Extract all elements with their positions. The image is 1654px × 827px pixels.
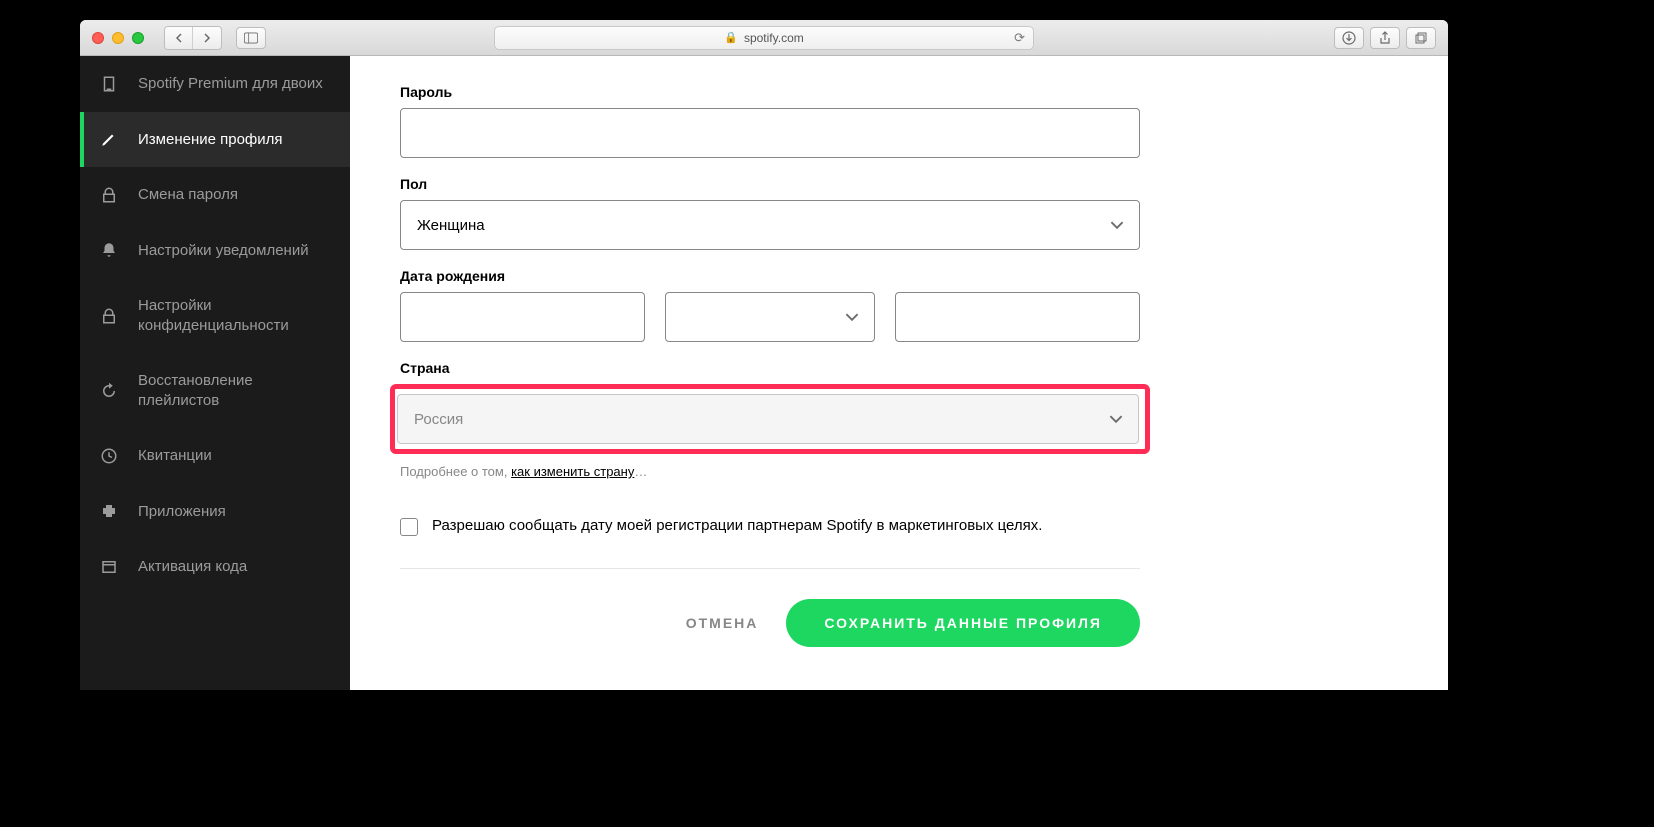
bell-icon	[100, 241, 118, 259]
nav-back-button[interactable]	[165, 27, 193, 49]
dob-day-input[interactable]	[400, 292, 645, 342]
lock-icon	[100, 307, 118, 325]
marketing-consent-checkbox[interactable]	[400, 518, 418, 536]
puzzle-icon	[100, 502, 118, 520]
country-hint: Подробнее о том, как изменить страну…	[400, 464, 1140, 479]
sidebar-item-label: Изменение профиля	[138, 130, 283, 150]
sidebar-item-label: Активация кода	[138, 557, 247, 577]
marketing-consent-label: Разрешаю сообщать дату моей регистрации …	[432, 517, 1042, 534]
sidebar-item-receipts[interactable]: Квитанции	[80, 428, 350, 484]
browser-toolbar: 🔒 spotify.com ⟳	[80, 20, 1448, 56]
country-highlight-annotation	[390, 384, 1150, 454]
maximize-window-button[interactable]	[132, 32, 144, 44]
lock-icon	[100, 186, 118, 204]
sidebar-item-apps[interactable]: Приложения	[80, 484, 350, 540]
sidebar-item-notifications[interactable]: Настройки уведомлений	[80, 223, 350, 279]
sidebar: Spotify Premium для двоих Изменение проф…	[80, 56, 350, 690]
address-bar[interactable]: 🔒 spotify.com ⟳	[494, 26, 1034, 50]
downloads-button[interactable]	[1334, 27, 1364, 49]
sidebar-item-label: Смена пароля	[138, 185, 238, 205]
nav-forward-button[interactable]	[193, 27, 221, 49]
browser-window: 🔒 spotify.com ⟳ + Spotify Premium для дв…	[80, 20, 1448, 690]
sidebar-item-redeem[interactable]: Активация кода	[80, 539, 350, 595]
country-select[interactable]	[397, 394, 1139, 444]
sidebar-item-label: Настройки конфиденциальности	[138, 296, 330, 335]
sidebar-item-recover-playlists[interactable]: Восстановление плейлистов	[80, 353, 350, 428]
password-label: Пароль	[400, 84, 1140, 100]
page-body: Spotify Premium для двоих Изменение проф…	[80, 56, 1448, 690]
divider	[400, 568, 1140, 569]
lock-icon: 🔒	[724, 31, 738, 44]
sidebar-item-privacy[interactable]: Настройки конфиденциальности	[80, 278, 350, 353]
sidebar-item-label: Восстановление плейлистов	[138, 371, 330, 410]
sidebar-item-label: Настройки уведомлений	[138, 241, 309, 261]
save-button[interactable]: СОХРАНИТЬ ДАННЫЕ ПРОФИЛЯ	[786, 599, 1140, 647]
window-controls	[92, 32, 144, 44]
url-host: spotify.com	[744, 31, 804, 45]
tabs-overview-button[interactable]	[1406, 27, 1436, 49]
main-content: Пароль Пол Дата рождения Страна	[350, 56, 1448, 690]
gender-label: Пол	[400, 176, 1140, 192]
gender-select[interactable]	[400, 200, 1140, 250]
refresh-icon	[100, 382, 118, 400]
device-icon	[100, 75, 118, 93]
password-input[interactable]	[400, 108, 1140, 158]
cancel-button[interactable]: ОТМЕНА	[686, 615, 759, 631]
sidebar-item-label: Приложения	[138, 502, 226, 522]
nav-back-forward	[164, 26, 222, 50]
sidebar-item-label: Квитанции	[138, 446, 212, 466]
sidebar-item-premium-duo[interactable]: Spotify Premium для двоих	[80, 56, 350, 112]
dob-year-input[interactable]	[895, 292, 1140, 342]
dob-month-select[interactable]	[665, 292, 876, 342]
pencil-icon	[100, 130, 118, 148]
dob-label: Дата рождения	[400, 268, 1140, 284]
sidebar-item-edit-profile[interactable]: Изменение профиля	[80, 112, 350, 168]
clock-icon	[100, 447, 118, 465]
change-country-link[interactable]: как изменить страну	[511, 464, 634, 479]
minimize-window-button[interactable]	[112, 32, 124, 44]
sidebar-item-label: Spotify Premium для двоих	[138, 74, 323, 94]
sidebar-item-change-password[interactable]: Смена пароля	[80, 167, 350, 223]
close-window-button[interactable]	[92, 32, 104, 44]
sidebar-toggle-button[interactable]	[236, 27, 266, 49]
country-label: Страна	[400, 360, 1140, 376]
share-button[interactable]	[1370, 27, 1400, 49]
reload-button[interactable]: ⟳	[1014, 30, 1025, 46]
card-icon	[100, 558, 118, 576]
